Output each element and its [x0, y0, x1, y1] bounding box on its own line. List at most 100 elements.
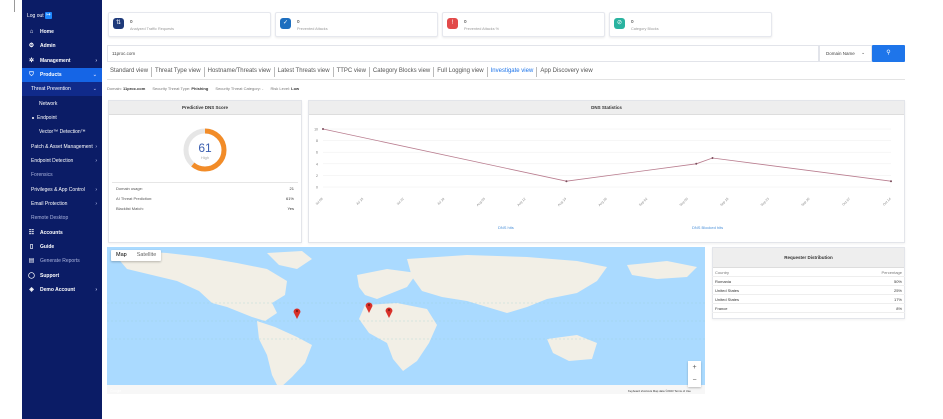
tab-standard[interactable]: Standard view — [107, 67, 153, 77]
legend-dns-hits[interactable]: DNS hits — [498, 225, 514, 230]
dns-score-divider — [112, 182, 298, 183]
africa — [359, 303, 437, 371]
map-land — [107, 251, 705, 394]
alert-icon: ! — [447, 18, 458, 29]
gear-icon: ✲ — [28, 57, 35, 64]
sidebar-item-management[interactable]: ✲ Management › — [22, 54, 102, 68]
map-footer: Keyboard shortcuts Map data ©2023 Terms … — [628, 389, 691, 393]
map-zoom-control: + − — [688, 361, 701, 387]
chevron-right-icon: › — [95, 187, 97, 193]
russia-east — [627, 261, 697, 279]
zoom-out-icon[interactable]: − — [688, 374, 701, 387]
chevron-right-icon: › — [95, 58, 97, 64]
x-tick-label: Aug 26 — [597, 197, 607, 207]
y-tick-label: 4 — [316, 162, 318, 166]
search-input[interactable]: 11proc.com — [107, 45, 819, 62]
tab-investigate[interactable]: Investigate view — [488, 67, 538, 77]
asia — [407, 255, 607, 313]
y-tick-label: 0 — [316, 186, 318, 190]
sidebar-item-home[interactable]: ⌂ Home — [22, 25, 102, 39]
admin-icon: ⚙ — [28, 42, 35, 49]
tabs-divider — [107, 79, 905, 80]
map-marker-icon[interactable] — [293, 307, 301, 319]
sidebar-item-endpoint[interactable]: Endpoint — [22, 111, 102, 125]
x-tick-label: Aug 05 — [476, 197, 486, 207]
x-tick-label: Jul 08 — [315, 197, 324, 206]
home-icon: ⌂ — [29, 28, 34, 35]
sidebar-item-threat-prevention[interactable]: Threat Prevention ⌄ — [22, 82, 102, 96]
dns-score-title: Predictive DNS Score — [109, 101, 301, 115]
sidebar-item-admin[interactable]: ⚙ Admin — [22, 39, 102, 53]
dns-row-domain-usage: Domain usage: 21 — [116, 186, 294, 191]
traffic-icon: ⇅ — [113, 18, 124, 29]
accounts-icon: ☷ — [28, 229, 35, 236]
sidebar-item-guide[interactable]: ▯ Guide — [22, 240, 102, 254]
stat-card-prevented: ✓ 0 Prevented Attacks — [275, 12, 438, 37]
tab-ttpc[interactable]: TTPC view — [334, 67, 370, 77]
zoom-in-icon[interactable]: + — [688, 361, 701, 374]
tab-category-blocks[interactable]: Category Blocks view — [370, 67, 435, 77]
series-line — [322, 128, 892, 182]
data-point[interactable] — [565, 180, 568, 183]
map-marker-icon[interactable] — [365, 301, 373, 313]
dns-stats-title: DNS Statistics — [309, 101, 904, 115]
requester-table: Country Percentage Romania 50% United Stat… — [712, 268, 905, 313]
sidebar-item-privileges[interactable]: Privileges & App Control › — [22, 183, 102, 197]
y-tick-label: 6 — [316, 151, 318, 155]
requester-title: Requester Distribution — [713, 248, 904, 268]
sidebar-item-generate-reports[interactable]: ▤ Generate Reports — [22, 254, 102, 268]
sidebar-item-endpoint-detection[interactable]: Endpoint Detection › — [22, 154, 102, 168]
sidebar-item-vector-detection[interactable]: Vector™ Detection™ — [22, 125, 102, 139]
top-divider — [14, 0, 15, 12]
world-map[interactable] — [107, 247, 705, 394]
map-tab-map[interactable]: Map — [111, 250, 132, 261]
greenland — [267, 251, 312, 269]
tab-threat-type[interactable]: Threat Type view — [152, 67, 205, 77]
y-tick-label: 10 — [314, 128, 318, 132]
map-tab-satellite[interactable]: Satellite — [132, 250, 162, 261]
europe — [357, 269, 417, 299]
tab-hostname-threats[interactable]: Hostname/Threats view — [205, 67, 275, 77]
sidebar-item-remote-desktop[interactable]: Remote Desktop — [22, 211, 102, 225]
table-header: Country Percentage — [712, 268, 905, 277]
data-point[interactable] — [695, 162, 698, 165]
sidebar-item-forensics[interactable]: Forensics — [22, 168, 102, 182]
tab-full-logging[interactable]: Full Logging view — [434, 67, 488, 77]
data-point[interactable] — [890, 180, 892, 183]
dns-score-gauge: 61 High — [183, 128, 227, 172]
tab-latest-threats[interactable]: Latest Threats view — [275, 67, 334, 77]
stat-card-prevented-pct: ! 0 Prevented Attacks % — [442, 12, 605, 37]
dns-row-blacklist: Blacklist Match: Yes — [116, 206, 294, 211]
x-tick-label: Jul 29 — [436, 197, 445, 206]
x-tick-label: Oct 14 — [882, 197, 892, 207]
x-tick-label: Sep 09 — [679, 197, 689, 207]
sidebar-item-support[interactable]: ◯ Support — [22, 269, 102, 283]
map-marker-icon[interactable] — [385, 306, 393, 318]
sidebar-item-network[interactable]: Network — [22, 97, 102, 111]
search-button[interactable]: ⚲ — [872, 45, 905, 62]
chevron-right-icon: › — [95, 144, 97, 150]
legend-dns-blocked[interactable]: DNS Blocked hits — [692, 225, 723, 230]
sidebar-item-patch-asset[interactable]: Patch & Asset Management › — [22, 140, 102, 154]
map-type-toggle: Map Satellite — [111, 250, 162, 261]
tab-app-discovery[interactable]: App Discovery view — [537, 67, 595, 77]
data-point[interactable] — [711, 157, 714, 159]
logout-link[interactable]: Log out — [27, 13, 44, 19]
search-type-select[interactable]: Domain Name ⌄ — [819, 45, 872, 62]
filter-summary: Domain: 11proc.com Security Threat Type:… — [107, 86, 300, 91]
x-tick-label: Jul 22 — [396, 197, 405, 206]
sidebar-item-demo-account[interactable]: ◈ Demo Account › — [22, 283, 102, 297]
sidebar-item-email-protection[interactable]: Email Protection › — [22, 197, 102, 211]
x-tick-label: Sep 16 — [719, 197, 729, 207]
chevron-down-icon: ⌄ — [92, 72, 97, 78]
table-row: United States 25% — [712, 286, 905, 295]
x-tick-label: Sep 02 — [638, 197, 648, 207]
logout-icon[interactable]: ↦ — [45, 12, 52, 19]
data-point[interactable] — [322, 128, 324, 130]
x-tick-label: Sep 30 — [800, 197, 810, 207]
stat-card-analyzed: ⇅ 0 Analyzed Traffic Requests — [108, 12, 271, 37]
sidebar-item-products[interactable]: ⛉ Products ⌄ — [22, 68, 102, 82]
y-tick-label: 8 — [316, 139, 318, 143]
sidebar-item-accounts[interactable]: ☷ Accounts — [22, 226, 102, 240]
x-tick-label: Jul 15 — [355, 197, 364, 206]
